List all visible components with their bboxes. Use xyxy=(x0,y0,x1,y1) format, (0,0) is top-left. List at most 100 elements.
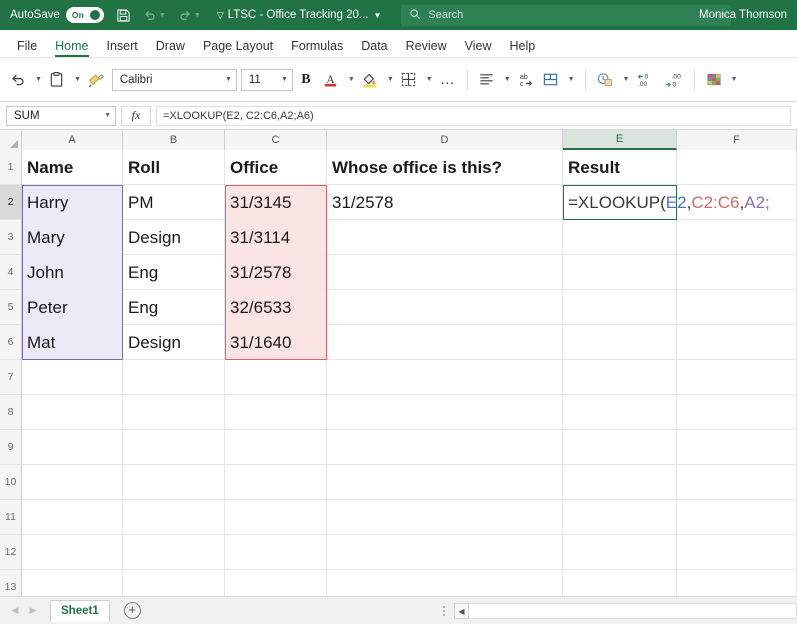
cell-e6[interactable] xyxy=(563,325,677,360)
column-header-c[interactable]: C xyxy=(225,130,327,150)
tab-view[interactable]: View xyxy=(456,40,501,58)
redo-icon[interactable]: ▼ xyxy=(178,8,201,22)
cell-d6[interactable] xyxy=(327,325,563,360)
cell-b9[interactable] xyxy=(123,430,225,465)
cell-a2[interactable]: Harry xyxy=(22,185,123,220)
add-sheet-icon[interactable]: + xyxy=(124,602,141,619)
row-header-13[interactable]: 13 xyxy=(0,570,22,596)
cell-d3[interactable] xyxy=(327,220,563,255)
cell-d5[interactable] xyxy=(327,290,563,325)
cell-a12[interactable] xyxy=(22,535,123,570)
cell-d11[interactable] xyxy=(327,500,563,535)
cell-f8[interactable] xyxy=(677,395,797,430)
cell-a8[interactable] xyxy=(22,395,123,430)
cell-a13[interactable] xyxy=(22,570,123,596)
row-header-7[interactable]: 7 xyxy=(0,360,22,395)
cell-d13[interactable] xyxy=(327,570,563,596)
cell-a10[interactable] xyxy=(22,465,123,500)
cell-b2[interactable]: PM xyxy=(123,185,225,220)
cell-c5[interactable]: 32/6533 xyxy=(225,290,327,325)
cell-a7[interactable] xyxy=(22,360,123,395)
tab-insert[interactable]: Insert xyxy=(98,40,147,58)
cell-f7[interactable] xyxy=(677,360,797,395)
cell-c1[interactable]: Office xyxy=(225,150,327,185)
cell-c7[interactable] xyxy=(225,360,327,395)
cell-a4[interactable]: John xyxy=(22,255,123,290)
font-size-select[interactable]: 11 ▼ xyxy=(241,69,293,91)
cell-b11[interactable] xyxy=(123,500,225,535)
font-color-icon[interactable]: A xyxy=(319,66,343,94)
tab-review[interactable]: Review xyxy=(397,40,456,58)
cell-e8[interactable] xyxy=(563,395,677,430)
cell-b12[interactable] xyxy=(123,535,225,570)
undo-dropdown-caret[interactable]: ▼ xyxy=(159,12,166,19)
sheet-tab-sheet1[interactable]: Sheet1 xyxy=(50,600,110,622)
cell-d4[interactable] xyxy=(327,255,563,290)
cell-b3[interactable]: Design xyxy=(123,220,225,255)
user-account-name[interactable]: Monica Thomson xyxy=(699,9,787,21)
cell-e11[interactable] xyxy=(563,500,677,535)
cell-b4[interactable]: Eng xyxy=(123,255,225,290)
row-header-4[interactable]: 4 xyxy=(0,255,22,290)
merge-cells-icon[interactable] xyxy=(539,66,563,94)
document-title-caret-icon[interactable]: ▼ xyxy=(374,11,382,20)
cell-c13[interactable] xyxy=(225,570,327,596)
row-header-9[interactable]: 9 xyxy=(0,430,22,465)
decrease-decimal-icon[interactable]: .000 xyxy=(660,66,687,94)
cell-f5[interactable] xyxy=(677,290,797,325)
column-header-b[interactable]: B xyxy=(123,130,225,150)
insert-function-button[interactable]: fx xyxy=(121,106,151,126)
undo-icon[interactable] xyxy=(6,66,30,94)
horizontal-scrollbar[interactable]: ◀ xyxy=(437,601,797,621)
cell-c9[interactable] xyxy=(225,430,327,465)
cell-f10[interactable] xyxy=(677,465,797,500)
cell-f6[interactable] xyxy=(677,325,797,360)
tab-draw[interactable]: Draw xyxy=(147,40,194,58)
paste-icon[interactable] xyxy=(45,66,69,94)
cell-a6[interactable]: Mat xyxy=(22,325,123,360)
cell-b1[interactable]: Roll xyxy=(123,150,225,185)
cell-d12[interactable] xyxy=(327,535,563,570)
formula-input[interactable]: =XLOOKUP(E2, C2:C6,A2;A6) xyxy=(156,106,791,126)
nav-prev-icon[interactable]: ◀ xyxy=(6,602,24,620)
conditional-formatting-icon[interactable] xyxy=(702,66,726,94)
cell-b7[interactable] xyxy=(123,360,225,395)
cell-c8[interactable] xyxy=(225,395,327,430)
redo-dropdown-caret[interactable]: ▼ xyxy=(194,12,201,19)
align-left-icon[interactable] xyxy=(475,66,499,94)
scroll-left-icon[interactable]: ◀ xyxy=(454,603,469,619)
tab-help[interactable]: Help xyxy=(501,40,545,58)
cell-c2[interactable]: 31/3145 xyxy=(225,185,327,220)
cell-b5[interactable]: Eng xyxy=(123,290,225,325)
cell-e9[interactable] xyxy=(563,430,677,465)
format-painter-icon[interactable] xyxy=(84,66,108,94)
row-header-6[interactable]: 6 xyxy=(0,325,22,360)
cell-a11[interactable] xyxy=(22,500,123,535)
cell-b10[interactable] xyxy=(123,465,225,500)
search-input[interactable]: Search xyxy=(401,5,731,26)
scroll-track[interactable] xyxy=(469,603,797,619)
number-format-icon[interactable] xyxy=(593,66,618,94)
cell-f13[interactable] xyxy=(677,570,797,596)
cell-e10[interactable] xyxy=(563,465,677,500)
borders-icon[interactable] xyxy=(397,66,421,94)
cell-f11[interactable] xyxy=(677,500,797,535)
cell-b8[interactable] xyxy=(123,395,225,430)
nav-next-icon[interactable]: ▶ xyxy=(24,602,42,620)
row-header-5[interactable]: 5 xyxy=(0,290,22,325)
cell-a3[interactable]: Mary xyxy=(22,220,123,255)
cell-d10[interactable] xyxy=(327,465,563,500)
font-color-dropdown-caret-icon[interactable]: ▼ xyxy=(345,66,358,94)
tab-formulas[interactable]: Formulas xyxy=(282,40,352,58)
row-header-11[interactable]: 11 xyxy=(0,500,22,535)
column-header-e[interactable]: E xyxy=(563,130,677,150)
autosave-toggle[interactable]: On xyxy=(66,7,104,23)
select-all-corner[interactable] xyxy=(0,130,22,150)
tab-file[interactable]: File xyxy=(8,40,46,58)
row-header-10[interactable]: 10 xyxy=(0,465,22,500)
cell-f12[interactable] xyxy=(677,535,797,570)
fill-color-dropdown-caret-icon[interactable]: ▼ xyxy=(384,66,397,94)
cell-e5[interactable] xyxy=(563,290,677,325)
undo-dropdown-caret-icon[interactable]: ▼ xyxy=(32,66,45,94)
cell-f4[interactable] xyxy=(677,255,797,290)
